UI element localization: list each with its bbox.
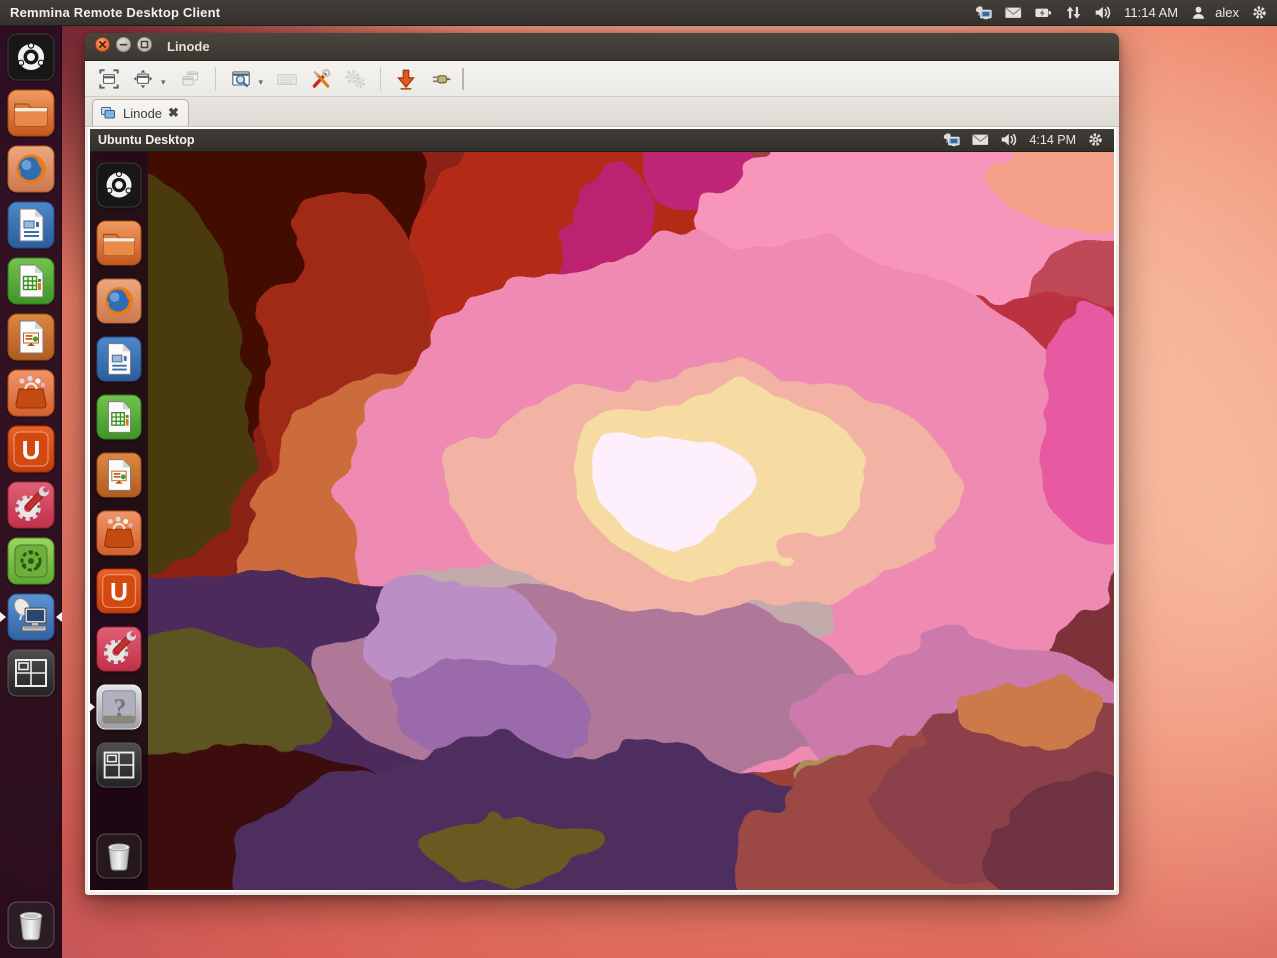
zoom-dropdown-icon[interactable]: ▾ bbox=[259, 77, 264, 88]
user-menu-label[interactable]: alex bbox=[1215, 5, 1239, 20]
toolbar-separator bbox=[215, 67, 216, 91]
remmina-toolbar: ▾▾ bbox=[85, 61, 1119, 97]
launcher-item-lo-writer[interactable] bbox=[96, 336, 142, 382]
volume-icon[interactable] bbox=[1000, 132, 1019, 148]
fullscreen-button[interactable] bbox=[93, 64, 125, 94]
remote-desktop-icon[interactable] bbox=[974, 5, 993, 21]
launcher-item-software-center[interactable] bbox=[7, 369, 55, 417]
launcher-item-firefox[interactable] bbox=[96, 278, 142, 324]
mail-icon[interactable] bbox=[1004, 5, 1023, 21]
remote-top-panel: Ubuntu Desktop 4:14 PM bbox=[90, 129, 1114, 152]
host-launcher-items: U bbox=[0, 29, 61, 701]
launcher-item-files[interactable] bbox=[96, 220, 142, 266]
volume-icon[interactable] bbox=[1094, 5, 1113, 21]
scale-dropdown-icon[interactable]: ▾ bbox=[161, 77, 166, 88]
zoom-button[interactable] bbox=[225, 64, 257, 94]
launcher-item-lo-writer[interactable] bbox=[7, 201, 55, 249]
launcher-item-ubuntu-one[interactable]: U bbox=[7, 425, 55, 473]
scale-button[interactable] bbox=[127, 64, 159, 94]
window-title: Linode bbox=[167, 39, 210, 54]
toolbar-separator bbox=[380, 67, 381, 91]
maximize-button[interactable] bbox=[136, 36, 153, 53]
svg-text:U: U bbox=[21, 435, 40, 465]
remote-launcher-items: U? bbox=[90, 156, 148, 794]
host-clock[interactable]: 11:14 AM bbox=[1124, 5, 1178, 20]
remote-launcher-bottom bbox=[90, 827, 148, 890]
host-launcher-bottom bbox=[0, 897, 61, 958]
launcher-item-ubuntu-one[interactable]: U bbox=[96, 568, 142, 614]
launcher-item-help[interactable]: ? bbox=[96, 684, 142, 730]
svg-text:?: ? bbox=[113, 694, 126, 723]
mail-icon[interactable] bbox=[971, 132, 990, 148]
gear-icon[interactable] bbox=[1250, 5, 1269, 21]
launcher-item-trash[interactable] bbox=[96, 833, 142, 879]
launcher-item-workspace-switcher[interactable] bbox=[96, 742, 142, 788]
window-titlebar[interactable]: Linode bbox=[85, 33, 1119, 61]
launcher-item-lo-calc[interactable] bbox=[7, 257, 55, 305]
remote-wallpaper bbox=[90, 129, 1114, 890]
remote-desktop-view[interactable]: Ubuntu Desktop 4:14 PM U? bbox=[88, 127, 1116, 892]
remote-clock[interactable]: 4:14 PM bbox=[1029, 133, 1076, 147]
remmina-window: Linode ▾▾ Linode ✖ bbox=[85, 33, 1119, 895]
remote-desktop-icon[interactable] bbox=[942, 132, 961, 148]
launcher-item-workspace-switcher[interactable] bbox=[7, 649, 55, 697]
svg-text:U: U bbox=[110, 579, 128, 607]
running-indicator-icon bbox=[89, 702, 95, 712]
host-top-panel: Remmina Remote Desktop Client 11:14 AM a… bbox=[0, 0, 1277, 26]
battery-icon[interactable] bbox=[1034, 5, 1053, 21]
tab-close-icon[interactable]: ✖ bbox=[168, 105, 179, 121]
duplicate-button[interactable] bbox=[174, 64, 206, 94]
user-icon[interactable] bbox=[1189, 5, 1208, 21]
disconnect-button[interactable] bbox=[424, 64, 456, 94]
network-arrows-icon[interactable] bbox=[1064, 5, 1083, 21]
preferences-button[interactable] bbox=[339, 64, 371, 94]
launcher-item-system-settings[interactable] bbox=[96, 626, 142, 672]
launcher-item-lo-impress[interactable] bbox=[96, 452, 142, 498]
launcher-item-lo-impress[interactable] bbox=[7, 313, 55, 361]
minimize-to-tray-button[interactable] bbox=[390, 64, 422, 94]
running-indicator-icon bbox=[0, 612, 6, 622]
host-app-menu-title[interactable]: Remmina Remote Desktop Client bbox=[10, 5, 220, 20]
host-launcher: U bbox=[0, 26, 62, 958]
tab-label: Linode bbox=[123, 106, 162, 121]
tools-button[interactable] bbox=[305, 64, 337, 94]
launcher-item-firefox[interactable] bbox=[7, 145, 55, 193]
launcher-item-software-center[interactable] bbox=[96, 510, 142, 556]
gear-icon[interactable] bbox=[1086, 132, 1105, 148]
focused-indicator-icon bbox=[56, 612, 62, 622]
launcher-item-software-updater[interactable] bbox=[7, 537, 55, 585]
remote-screen-icon bbox=[100, 105, 117, 121]
launcher-item-lo-calc[interactable] bbox=[96, 394, 142, 440]
keyboard-grab-button[interactable] bbox=[271, 64, 303, 94]
remote-launcher: U? bbox=[90, 152, 148, 890]
remote-tray bbox=[942, 132, 1019, 148]
launcher-item-files[interactable] bbox=[7, 89, 55, 137]
tab-bar: Linode ✖ bbox=[85, 97, 1119, 127]
toolbar-grip bbox=[462, 68, 464, 90]
host-tray bbox=[974, 5, 1113, 21]
desktop-root: { "host_panel": { "title": "Remmina Remo… bbox=[0, 0, 1277, 958]
minimize-button[interactable] bbox=[115, 36, 132, 53]
launcher-item-ubuntu-dash[interactable] bbox=[7, 33, 55, 81]
launcher-item-remmina[interactable] bbox=[7, 593, 55, 641]
close-button[interactable] bbox=[94, 36, 111, 53]
window-controls bbox=[94, 36, 157, 58]
launcher-item-trash[interactable] bbox=[7, 901, 55, 949]
tab-linode[interactable]: Linode ✖ bbox=[92, 99, 189, 126]
launcher-item-ubuntu-dash[interactable] bbox=[96, 162, 142, 208]
remote-panel-title: Ubuntu Desktop bbox=[98, 133, 195, 147]
launcher-item-system-settings[interactable] bbox=[7, 481, 55, 529]
